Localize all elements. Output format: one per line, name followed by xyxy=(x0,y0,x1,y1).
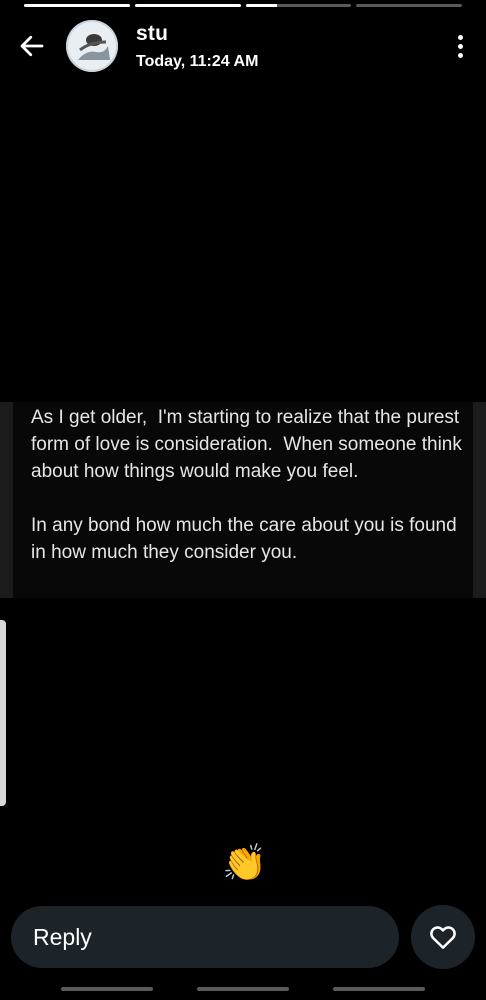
story-progress-segment xyxy=(245,4,352,7)
avatar-photo xyxy=(66,20,118,72)
story-progress-segment xyxy=(134,4,241,7)
like-button[interactable] xyxy=(411,905,475,969)
post-timestamp: Today, 11:24 AM xyxy=(136,53,259,70)
nav-indicator xyxy=(197,987,289,991)
clapping-hands-icon[interactable]: 👏 xyxy=(222,844,267,884)
post-edge-left xyxy=(0,402,13,598)
story-progress-segment xyxy=(24,4,130,7)
story-progress-segment xyxy=(356,4,462,7)
avatar[interactable] xyxy=(66,20,118,72)
story-progress xyxy=(24,4,462,8)
side-panel-handle[interactable] xyxy=(0,620,6,806)
nav-indicator xyxy=(333,987,425,991)
post-edge-right xyxy=(473,402,486,598)
more-vertical-icon xyxy=(457,34,463,40)
arrow-left-icon xyxy=(20,35,44,57)
heart-icon xyxy=(430,926,456,949)
back-button[interactable] xyxy=(14,28,50,64)
nav-indicator xyxy=(61,987,153,991)
more-options-button[interactable] xyxy=(450,30,470,62)
user-name[interactable]: stu xyxy=(136,22,168,46)
more-vertical-icon xyxy=(457,52,463,58)
post-text: As I get older, I'm starting to realize … xyxy=(31,407,462,563)
reply-input[interactable]: Reply xyxy=(11,906,399,968)
more-vertical-icon xyxy=(457,43,463,49)
